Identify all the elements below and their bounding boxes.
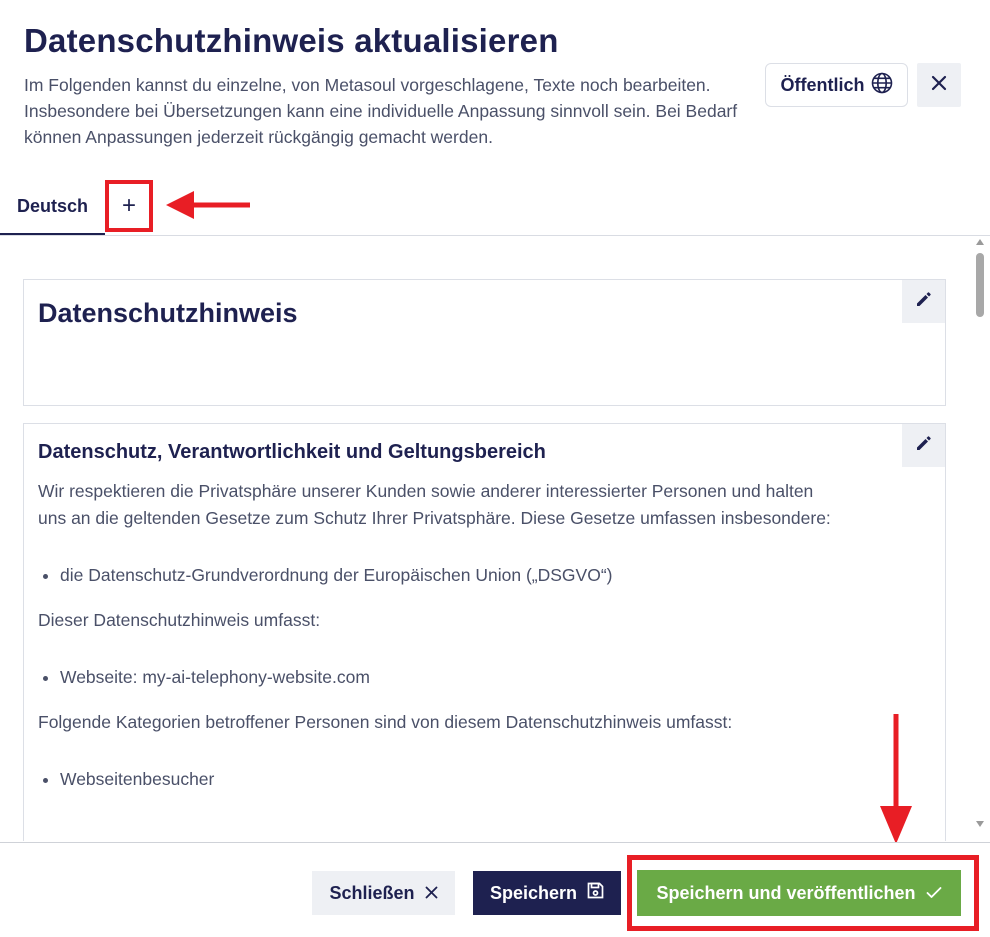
annotation-arrow-down: [874, 714, 918, 851]
save-and-publish-button[interactable]: Speichern und veröffentlichen: [637, 870, 961, 916]
bullet-list: Webseite: my-ai-telephony-website.com: [60, 664, 838, 691]
bullet-list: Webseitenbesucher: [60, 766, 838, 793]
add-language-tab[interactable]: +: [105, 180, 153, 232]
card-body: Wir respektieren die Privatsphäre unsere…: [38, 478, 838, 811]
dialog-footer: Schließen Speichern Speichern und veröff…: [0, 842, 990, 937]
tab-deutsch[interactable]: Deutsch: [0, 180, 105, 235]
list-item: Webseite: my-ai-telephony-website.com: [60, 664, 838, 691]
scroll-down-arrow-icon[interactable]: [976, 821, 984, 827]
paragraph: Dieser Datenschutzhinweis umfasst:: [38, 610, 321, 630]
card-privacy-scope: Datenschutz, Verantwortlichkeit und Gelt…: [23, 423, 946, 841]
language-tabs: Deutsch +: [0, 180, 990, 236]
page-title: Datenschutzhinweis aktualisieren: [24, 22, 559, 59]
check-icon: [926, 883, 942, 904]
visibility-label: Öffentlich: [780, 74, 865, 95]
visibility-button[interactable]: Öffentlich: [765, 63, 908, 107]
scrollbar-thumb[interactable]: [976, 253, 984, 317]
globe-icon: [871, 72, 893, 99]
close-button[interactable]: Schließen: [312, 871, 455, 915]
paragraph: Wir respektieren die Privatsphäre unsere…: [38, 481, 831, 528]
dialog-header: Datenschutzhinweis aktualisieren Im Folg…: [24, 20, 754, 150]
vertical-scrollbar[interactable]: [972, 237, 988, 831]
close-icon: [425, 883, 438, 904]
close-button-label: Schließen: [329, 882, 415, 903]
list-item: die Datenschutz-Grundverordnung der Euro…: [60, 562, 838, 589]
save-button-label: Speichern: [489, 882, 578, 903]
scroll-up-arrow-icon[interactable]: [976, 239, 984, 245]
card-title-section: Datenschutzhinweis: [23, 279, 946, 406]
pencil-icon: [915, 434, 933, 457]
bullet-list: die Datenschutz-Grundverordnung der Euro…: [60, 562, 838, 589]
list-item: Webseitenbesucher: [60, 766, 838, 793]
paragraph: Folgende Kategorien betroffener Personen…: [38, 712, 733, 732]
close-icon: [930, 74, 948, 97]
plus-icon: +: [121, 192, 136, 219]
page-description: Im Folgenden kannst du einzelne, von Met…: [24, 75, 738, 147]
pencil-icon: [915, 290, 933, 313]
save-icon: [587, 882, 604, 904]
edit-button[interactable]: [902, 280, 945, 323]
edit-button[interactable]: [902, 424, 945, 467]
annotation-arrow-left: [164, 186, 254, 231]
save-button[interactable]: Speichern: [473, 871, 621, 915]
card-heading: Datenschutzhinweis: [38, 298, 298, 328]
close-dialog-button[interactable]: [917, 63, 961, 107]
card-heading: Datenschutz, Verantwortlichkeit und Gelt…: [38, 441, 546, 463]
content-scroll-area[interactable]: Datenschutzhinweis Datenschutz, Verantwo…: [0, 237, 990, 841]
publish-button-label: Speichern und veröffentlichen: [656, 882, 916, 903]
